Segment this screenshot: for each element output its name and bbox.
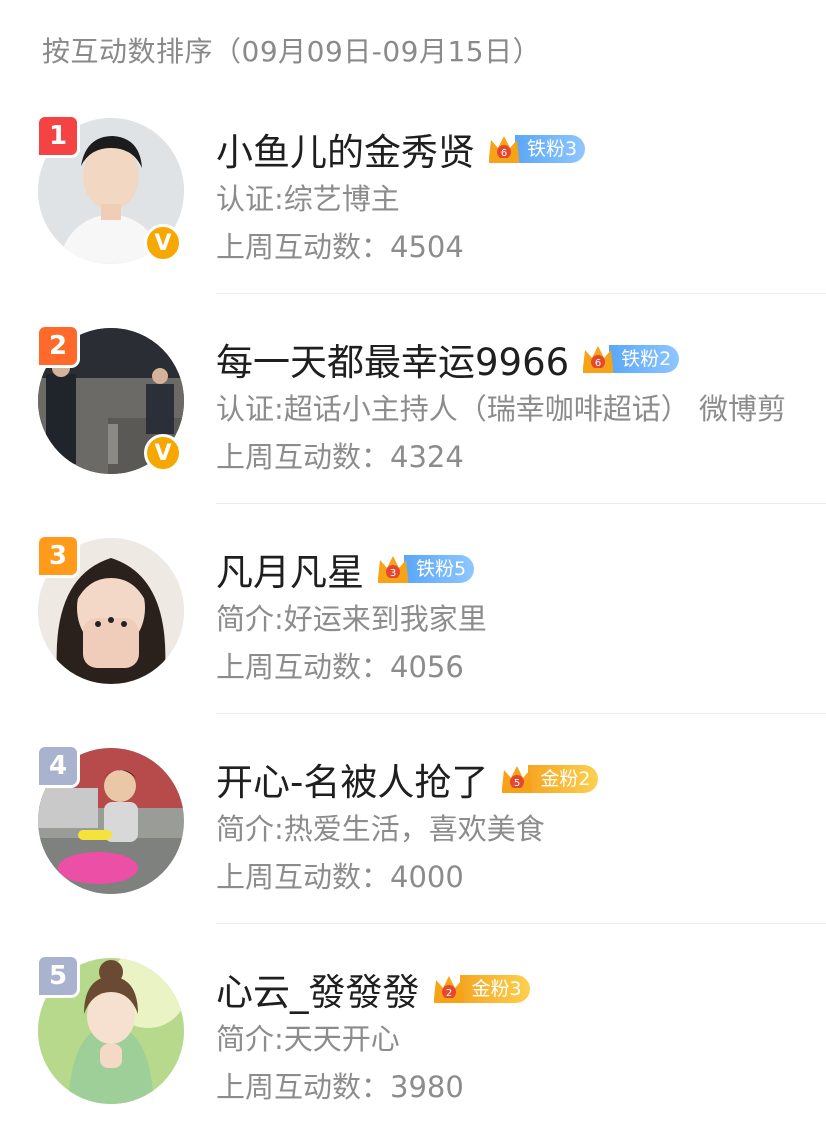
interaction-count: 上周互动数：4000	[216, 860, 464, 894]
user-description: 认证:综艺博主	[216, 182, 400, 216]
user-name[interactable]: 心云_發發發	[216, 962, 420, 1016]
fan-badge[interactable]: 3 铁粉5	[374, 550, 475, 588]
ranking-row[interactable]: 5 心云_發發發 2 金粉3 简介:天天开心 上周互动数：3980	[0, 954, 826, 1131]
divider	[216, 293, 826, 294]
crown-icon: 6	[485, 130, 523, 168]
fan-badge[interactable]: 6 铁粉3	[485, 130, 586, 168]
rank-badge: 5	[36, 954, 80, 998]
user-name[interactable]: 小鱼儿的金秀贤	[216, 122, 475, 176]
interaction-count: 上周互动数：4056	[216, 650, 464, 684]
fan-label: 铁粉5	[404, 555, 475, 583]
rank-badge: 2	[36, 324, 80, 368]
crown-icon: 2	[430, 970, 468, 1008]
ranking-row[interactable]: 3 凡月凡星 3 铁粉5 简介:好运来到我家里 上周互动数：4056	[0, 534, 826, 748]
fan-label: 铁粉3	[515, 135, 586, 163]
verified-v-icon: V	[144, 434, 182, 472]
rank-badge: 4	[36, 744, 80, 788]
fan-badge[interactable]: 6 铁粉2	[579, 340, 680, 378]
fan-label: 铁粉2	[609, 345, 680, 373]
interaction-count: 上周互动数：4324	[216, 440, 464, 474]
user-description: 认证:超话小主持人（瑞幸咖啡超话） 微博剪	[216, 392, 786, 426]
user-description: 简介:好运来到我家里	[216, 602, 487, 636]
ranking-row[interactable]: 4 开心-名被人抢了 5 金粉2 简介:热爱生活，喜欢美食 上周互动数：4000	[0, 744, 826, 958]
fan-badge[interactable]: 2 金粉3	[430, 972, 530, 1006]
crown-icon: 3	[374, 550, 412, 588]
crown-level: 5	[514, 778, 520, 789]
divider	[216, 713, 826, 714]
interaction-count: 上周互动数：4504	[216, 230, 464, 264]
fan-badge[interactable]: 5 金粉2	[498, 760, 599, 798]
user-description: 简介:天天开心	[216, 1022, 400, 1056]
crown-level: 2	[445, 988, 451, 999]
crown-icon: 5	[498, 760, 536, 798]
crown-level: 6	[501, 148, 507, 159]
user-name[interactable]: 每一天都最幸运9966	[216, 332, 569, 386]
user-description: 简介:热爱生活，喜欢美食	[216, 812, 545, 846]
fan-label: 金粉3	[459, 975, 530, 1003]
interaction-count: 上周互动数：3980	[216, 1070, 464, 1104]
crown-level: 6	[595, 358, 601, 369]
rank-badge: 3	[36, 534, 80, 578]
crown-level: 3	[390, 568, 396, 579]
sort-header: 按互动数排序（09月09日-09月15日）	[42, 35, 542, 68]
crown-icon: 6	[579, 340, 617, 378]
divider	[216, 503, 826, 504]
rank-badge: 1	[36, 114, 80, 158]
user-name[interactable]: 开心-名被人抢了	[216, 752, 488, 806]
user-name[interactable]: 凡月凡星	[216, 542, 364, 596]
verified-v-icon: V	[144, 224, 182, 262]
fan-label: 金粉2	[528, 765, 599, 793]
ranking-row[interactable]: 2 V 每一天都最幸运9966 6 铁粉2 认证:超话小主持人（瑞幸咖啡超话） …	[0, 324, 826, 538]
divider	[216, 923, 826, 924]
ranking-row[interactable]: 1 V 小鱼儿的金秀贤 6 铁粉3 认证:综艺博主 上周互动数：4504	[0, 114, 826, 328]
